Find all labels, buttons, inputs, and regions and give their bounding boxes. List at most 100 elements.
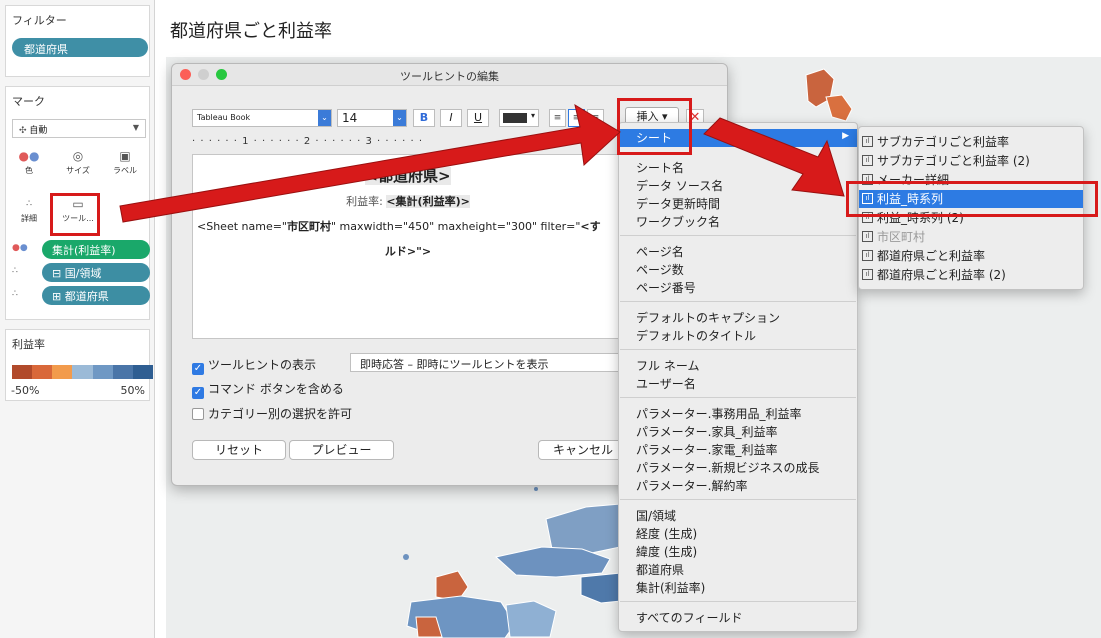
tooltip-mode-value: 即時応答 – 即時にツールヒントを表示: [360, 358, 549, 371]
menu-item[interactable]: ページ番号: [619, 279, 857, 297]
menu-item[interactable]: 経度 (生成): [619, 525, 857, 543]
menu-separator: [620, 301, 856, 302]
checkmark-icon[interactable]: ✓: [192, 387, 204, 399]
dimension-pill-prefecture[interactable]: ⊞ 都道府県: [42, 286, 150, 305]
sidebar: フィルター 都道府県 マーク ✣ 自動 ▼ ●● 色 ◎ サイズ ▣ ラベル ∴…: [0, 0, 155, 638]
checkmark-icon[interactable]: ✓: [192, 363, 204, 375]
font-family-select[interactable]: Tableau Book ⌄: [192, 109, 332, 127]
bold-button[interactable]: B: [413, 109, 435, 127]
menu-item[interactable]: ページ数: [619, 261, 857, 279]
menu-item[interactable]: パラメーター.家電_利益率: [619, 441, 857, 459]
filters-card: フィルター 都道府県: [5, 5, 150, 77]
preview-button[interactable]: プレビュー: [289, 440, 394, 460]
category-selection-checkbox-row[interactable]: カテゴリー別の選択を許可: [192, 405, 352, 422]
menu-item[interactable]: デフォルトのタイトル: [619, 327, 857, 345]
size-icon: ◎: [72, 149, 84, 163]
mark-type-value: 自動: [29, 126, 48, 136]
callout-box-insert-button: [617, 98, 692, 155]
show-tooltip-checkbox-row[interactable]: ✓ ツールヒントの表示: [192, 356, 316, 375]
size-button[interactable]: ◎ サイズ: [59, 147, 97, 181]
show-tooltip-label: ツールヒントの表示: [208, 358, 317, 372]
editor-line: ルド>">: [193, 243, 621, 259]
sheet-tag-tail: <す: [580, 220, 601, 233]
map-region: [505, 600, 557, 638]
detail-button[interactable]: ∴ 詳細: [10, 195, 48, 229]
legend-min-label: -50%: [11, 384, 40, 397]
tooltip-text-editor[interactable]: <都道府県> 利益率: <集計(利益率)> <Sheet name="市区町村"…: [192, 154, 622, 339]
menu-item[interactable]: フル ネーム: [619, 357, 857, 375]
cancel-button[interactable]: キャンセル: [538, 440, 628, 460]
measure-pill-profit-ratio[interactable]: 集計(利益率): [42, 240, 150, 259]
legend-color-step: [72, 365, 93, 379]
menu-item[interactable]: すべてのフィールド: [619, 609, 857, 627]
checkbox-empty[interactable]: [192, 408, 204, 420]
bar-chart-icon: ıl: [862, 231, 873, 242]
menu-item[interactable]: ユーザー名: [619, 375, 857, 393]
menu-item[interactable]: パラメーター.事務用品_利益率: [619, 405, 857, 423]
font-size-select[interactable]: 14 ⌄: [337, 109, 407, 127]
reset-button[interactable]: リセット: [192, 440, 286, 460]
sheet-tag-attrs: " maxwidth="450" maxheight="300" filter=…: [331, 220, 581, 233]
filters-title: フィルター: [12, 14, 67, 27]
align-center-button[interactable]: ≡: [568, 109, 585, 127]
bar-chart-icon: ıl: [862, 269, 873, 280]
menu-item[interactable]: デフォルトのキャプション: [619, 309, 857, 327]
bar-chart-icon: ıl: [862, 155, 873, 166]
label-button-label: ラベル: [113, 166, 137, 175]
command-buttons-checkbox-row[interactable]: ✓ コマンド ボタンを含める: [192, 380, 344, 399]
color-button[interactable]: ●● 色: [10, 147, 48, 181]
category-selection-label: カテゴリー別の選択を許可: [208, 407, 353, 421]
legend-title: 利益率: [12, 338, 45, 351]
sheet-item[interactable]: ıl 市区町村: [859, 228, 1083, 246]
chevron-down-icon: ⌄: [393, 110, 406, 126]
font-family-value: Tableau Book: [197, 113, 251, 122]
menu-item[interactable]: データ更新時間: [619, 195, 857, 213]
menu-separator: [620, 235, 856, 236]
menu-item[interactable]: 国/領域: [619, 507, 857, 525]
menu-item[interactable]: 緯度 (生成): [619, 543, 857, 561]
editor-line: 利益率: <集計(利益率)>: [193, 193, 621, 209]
underline-button[interactable]: U: [467, 109, 489, 127]
color-dots-icon: ●●: [12, 243, 28, 253]
align-left-button[interactable]: ≡: [549, 109, 566, 127]
dialog-titlebar[interactable]: ツールヒントの編集: [172, 64, 727, 86]
sheet-item[interactable]: ıl 都道府県ごと利益率: [859, 247, 1083, 265]
label-button[interactable]: ▣ ラベル: [106, 147, 144, 181]
dimension-pill-country[interactable]: ⊟ 国/領域: [42, 263, 150, 282]
chevron-down-icon: ▼: [132, 123, 139, 132]
sheet-item-label: サブカテゴリごと利益率: [877, 135, 1010, 149]
menu-item[interactable]: ワークブック名: [619, 213, 857, 231]
menu-item[interactable]: パラメーター.家具_利益率: [619, 423, 857, 441]
menu-separator: [620, 499, 856, 500]
text-color-button[interactable]: ▾: [499, 109, 539, 127]
mark-type-select[interactable]: ✣ 自動 ▼: [12, 119, 146, 138]
sheet-tag-end: ルド>">: [384, 245, 432, 258]
submenu-arrow-icon: ▶: [842, 131, 849, 141]
editor-line: <Sheet name="市区町村" maxwidth="450" maxhei…: [193, 218, 621, 234]
legend-color-step: [32, 365, 53, 379]
callout-box-tooltip-button: [50, 193, 100, 236]
menu-item[interactable]: パラメーター.新規ビジネスの成長: [619, 459, 857, 477]
field-token-prefecture: <都道府県>: [365, 167, 451, 185]
filter-pill-prefecture[interactable]: 都道府県: [12, 38, 148, 57]
detail-dots-icon: ∴: [12, 289, 18, 299]
color-button-label: 色: [25, 166, 33, 175]
align-right-button[interactable]: ≡: [587, 109, 604, 127]
marks-title: マーク: [12, 95, 45, 108]
menu-item[interactable]: パラメーター.解約率: [619, 477, 857, 495]
italic-button[interactable]: I: [440, 109, 462, 127]
sheet-item[interactable]: ıl 都道府県ごと利益率 (2): [859, 266, 1083, 284]
sheet-item[interactable]: ıl サブカテゴリごと利益率: [859, 133, 1083, 151]
tooltip-mode-select[interactable]: 即時応答 – 即時にツールヒントを表示: [350, 353, 625, 372]
menu-item[interactable]: シート名: [619, 159, 857, 177]
detail-button-label: 詳細: [21, 214, 37, 223]
sheet-tag-prefix: <Sheet name=": [197, 220, 287, 233]
menu-item[interactable]: 集計(利益率): [619, 579, 857, 597]
sheet-item[interactable]: ıl サブカテゴリごと利益率 (2): [859, 152, 1083, 170]
menu-item[interactable]: 都道府県: [619, 561, 857, 579]
legend-color-step: [92, 365, 113, 379]
color-ramp[interactable]: [12, 365, 153, 379]
sheet-item-label: サブカテゴリごと利益率 (2): [877, 154, 1030, 168]
menu-item[interactable]: データ ソース名: [619, 177, 857, 195]
menu-item[interactable]: ページ名: [619, 243, 857, 261]
